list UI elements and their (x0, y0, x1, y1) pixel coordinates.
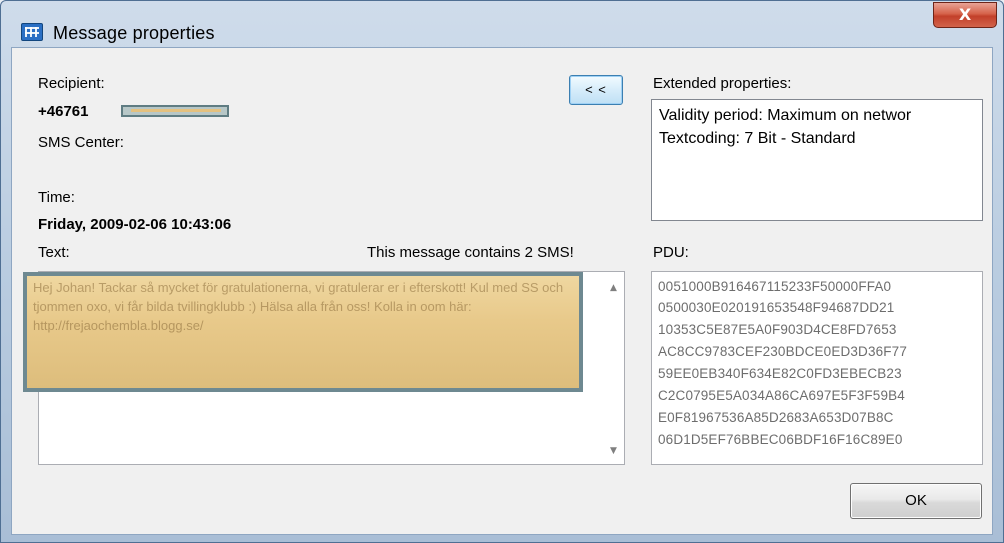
pdu-line: 0500030E020191653548F94687DD21 (658, 300, 895, 315)
app-grid-icon (21, 23, 43, 41)
extended-properties-label: Extended properties: (653, 75, 792, 92)
close-button[interactable]: X (933, 2, 997, 28)
sms-center-label: SMS Center: (38, 134, 124, 151)
pdu-line: 59EE0EB340F634E82C0FD3EBECB23 (658, 366, 902, 381)
ok-button[interactable]: OK (850, 483, 982, 519)
message-text: Hej Johan! Tackar så mycket för gratulat… (33, 280, 564, 333)
text-label: Text: (38, 244, 70, 261)
scroll-up-icon[interactable]: ▲ (610, 283, 617, 293)
scroll-down-icon[interactable]: ▼ (610, 446, 617, 456)
message-redaction: Hej Johan! Tackar så mycket för gratulat… (23, 272, 583, 392)
title-bar[interactable]: Message properties X (1, 1, 1003, 45)
validity-period-line: Validity period: Maximum on networ (659, 107, 912, 124)
collapse-button[interactable]: < < (569, 75, 623, 105)
message-scrollbar[interactable]: ▲ ▼ (606, 272, 624, 464)
pdu-line: 10353C5E87E5A0F903D4CE8FD7653 (658, 322, 897, 337)
pdu-box[interactable]: 0051000B916467115233F50000FFA0 0500030E0… (651, 271, 983, 465)
textcoding-line: Textcoding: 7 Bit - Standard (659, 130, 856, 147)
message-properties-window: Message properties X Recipient: +46761 S… (0, 0, 1004, 543)
recipient-value: +46761 (38, 103, 89, 120)
pdu-line: C2C0795E5A034A86CA697E5F3F59B4 (658, 388, 905, 403)
pdu-line: E0F81967536A85D2683A653D07B8C (658, 410, 894, 425)
recipient-label: Recipient: (38, 75, 105, 92)
sms-count-notice: This message contains 2 SMS! (367, 244, 574, 261)
pdu-line: 06D1D5EF76BBEC06BDF16F16C89E0 (658, 432, 903, 447)
time-value: Friday, 2009-02-06 10:43:06 (38, 216, 232, 233)
pdu-line: 0051000B916467115233F50000FFA0 (658, 279, 892, 294)
recipient-redaction (121, 105, 229, 117)
pdu-label: PDU: (653, 244, 689, 261)
time-label: Time: (38, 189, 75, 206)
window-title: Message properties (53, 23, 215, 43)
pdu-line: AC8CC9783CEF230BDCE0ED3D36F77 (658, 344, 907, 359)
extended-properties-box[interactable]: Validity period: Maximum on networ Textc… (651, 99, 983, 221)
